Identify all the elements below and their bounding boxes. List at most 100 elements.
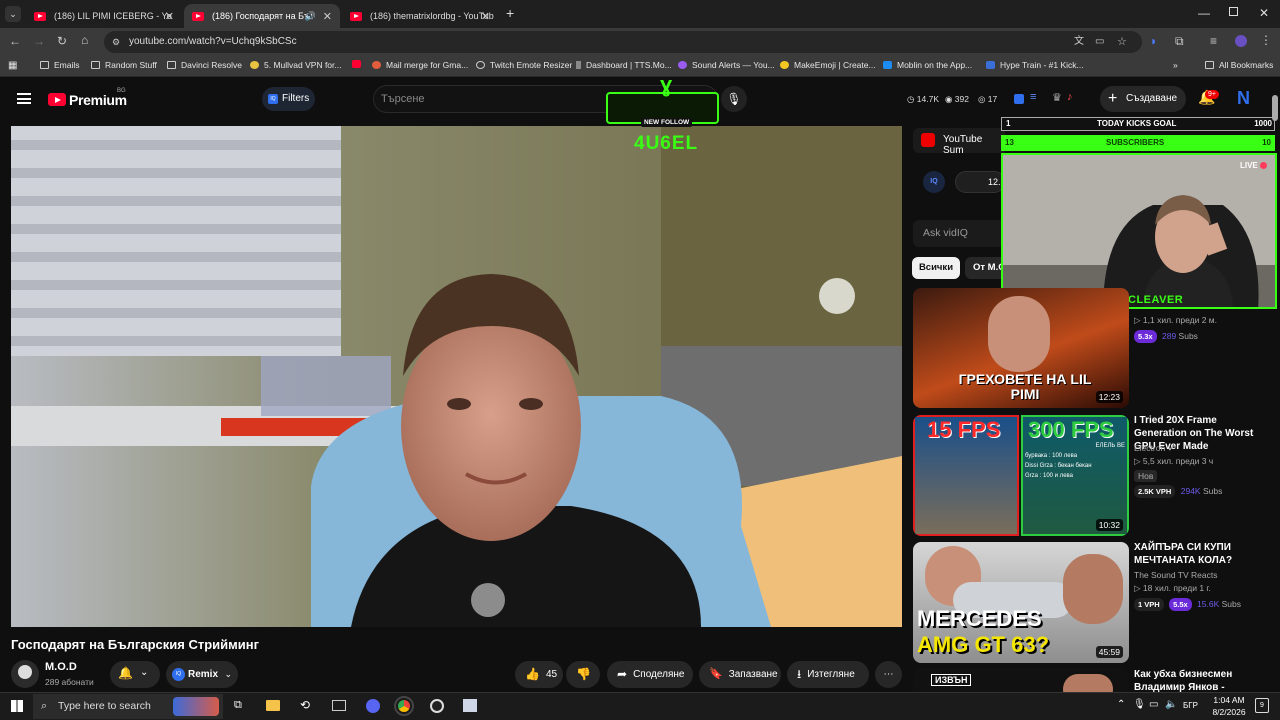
bookmark-hype-train[interactable]: Hype Train - #1 Kick... <box>986 60 1084 70</box>
ask-vidiq-input[interactable]: Ask vidIQ <box>913 220 1005 247</box>
volume-tray-icon[interactable]: 🔈 <box>1165 699 1177 710</box>
channel-name[interactable]: The Sound TV Reacts <box>1134 570 1217 580</box>
tab-close-icon[interactable]: ✕ <box>165 10 174 23</box>
clock-time[interactable]: 1:04 AM <box>1209 695 1249 705</box>
channel-avatar[interactable] <box>11 660 39 688</box>
share-button[interactable]: ➦ Споделяне <box>607 661 693 688</box>
browser-tab-2[interactable]: (186) Господарят на Българ 🔊 ✕ <box>184 4 340 28</box>
channel-name[interactable]: M.O.D <box>45 661 77 673</box>
menu-icon[interactable] <box>17 93 31 104</box>
bookmark-star-icon[interactable]: ☆ <box>1117 31 1127 53</box>
address-bar[interactable]: ⚙ youtube.com/watch?v=Uchq9kSbCSc 文 ▭ ☆ <box>104 31 1142 53</box>
brand-premium[interactable]: Premium <box>69 92 127 108</box>
new-tab-button[interactable]: + <box>506 5 514 21</box>
youtube-logo-icon[interactable] <box>48 93 66 106</box>
tab-search-button[interactable]: ⌄ <box>5 6 21 22</box>
media-control-icon[interactable]: ≡ <box>1210 34 1217 48</box>
more-actions-button[interactable]: ⋯ <box>875 661 902 688</box>
site-info-icon[interactable]: ⚙ <box>112 31 120 53</box>
reload-icon[interactable]: ↻ <box>57 34 67 48</box>
kick-figure-icon: ɣ <box>660 72 673 97</box>
discord-icon[interactable] <box>366 699 380 713</box>
create-button[interactable]: + Създаване <box>1100 86 1186 112</box>
bookmark-davinci[interactable]: Davinci Resolve <box>167 60 242 70</box>
restore-button[interactable] <box>1229 7 1238 16</box>
bookmark-makeemoji[interactable]: MakeEmoji | Create... <box>780 60 876 70</box>
tab-close-icon[interactable]: ✕ <box>323 10 332 23</box>
bookmark-mullvad[interactable]: 5. Mullvad VPN for... <box>250 60 341 70</box>
home-icon[interactable]: ⌂ <box>81 33 88 47</box>
trophy-icon[interactable]: ♛ <box>1052 91 1062 104</box>
vidiq-badges: 5.3x 289 Subs <box>1134 330 1198 343</box>
back-icon[interactable]: ← <box>9 34 21 48</box>
bookmark-random-stuff[interactable]: Random Stuff <box>91 60 157 70</box>
youtube-summary-panel[interactable]: YouTube Sum <box>913 128 1005 156</box>
minimize-button[interactable]: — <box>1198 6 1210 20</box>
taskbar-search-input[interactable]: ⌕ Type here to search <box>33 694 223 719</box>
download-button[interactable]: ⭳ Изтегляне <box>787 661 869 688</box>
clock-date[interactable]: 8/2/2026 <box>1207 707 1251 717</box>
browser-menu-icon[interactable]: ⋮ <box>1260 33 1272 47</box>
app-icon-2[interactable] <box>332 700 346 711</box>
page-scrollbar[interactable] <box>1272 95 1278 685</box>
recommended-video-3-thumbnail[interactable]: MERCEDES AMG GT 63? 45:59 <box>913 542 1129 663</box>
translate-icon[interactable]: 文 <box>1074 31 1084 53</box>
profile-avatar-icon[interactable] <box>1235 35 1247 47</box>
recommended-video-2-thumbnail[interactable]: 15 FPS 300 FPS ЕЛЕЛЬ ВЕ бурвака : 100 ле… <box>913 415 1129 536</box>
obs-icon[interactable] <box>430 699 444 713</box>
apps-grid-icon[interactable]: ▦ <box>8 60 17 71</box>
subs-goal-start: 13 <box>1005 138 1014 147</box>
chip-all[interactable]: Всички <box>912 257 960 279</box>
bookmarks-overflow-icon[interactable]: » <box>1173 60 1178 70</box>
save-button[interactable]: 🔖 Запазване <box>699 661 781 688</box>
extensions-puzzle-icon[interactable]: ⧉ <box>1175 34 1184 49</box>
vidiq-filters-button[interactable]: IQ Filters <box>262 87 315 111</box>
folder-icon <box>91 61 100 69</box>
recommended-video-1-thumbnail[interactable]: ГРЕХОВЕТЕ НА LIL PIMI 12:23 <box>913 288 1129 408</box>
network-tray-icon[interactable]: ▭ <box>1149 699 1158 710</box>
like-button[interactable]: 👍 45 <box>515 661 563 688</box>
file-explorer-icon[interactable] <box>266 700 280 711</box>
forward-icon[interactable]: → <box>33 34 45 48</box>
video-player[interactable] <box>11 126 902 627</box>
windows-start-icon[interactable] <box>11 700 23 712</box>
remix-button[interactable]: IQ Remix ⌄ <box>166 661 238 688</box>
vidiq-toolbar-icon[interactable] <box>1014 94 1024 104</box>
bookmark-tts[interactable]: Dashboard | TTS.Mo... <box>576 60 672 70</box>
alert-icon[interactable]: ♪ <box>1067 91 1073 103</box>
app-icon-3[interactable] <box>463 699 477 712</box>
language-indicator[interactable]: БГР <box>1183 701 1198 710</box>
video-title[interactable]: Как убха бизнесмен Владимир Янков - Зага… <box>1134 668 1264 692</box>
bookmark-mail-merge[interactable]: Mail merge for Gma... <box>372 60 468 70</box>
install-app-icon[interactable]: ▭ <box>1095 31 1104 53</box>
audio-playing-icon[interactable]: 🔊 <box>305 11 316 22</box>
scrollbar-thumb[interactable] <box>1272 95 1278 121</box>
chip-from-channel[interactable]: От M.C <box>965 257 1005 279</box>
bookmark-emails[interactable]: Emails <box>40 60 80 70</box>
chrome-icon[interactable] <box>394 696 414 716</box>
browser-tab-3[interactable]: (186) thematrixlordbg - YouTub ✕ <box>342 4 498 28</box>
vidiq-round-icon[interactable]: IQ <box>923 171 945 193</box>
all-bookmarks[interactable]: All Bookmarks <box>1205 60 1273 70</box>
video-title[interactable]: ХАЙПЪРА СИ КУПИ МЕЧТАНАТА КОЛА? <box>1134 541 1264 567</box>
tab-close-icon[interactable]: ✕ <box>481 10 490 23</box>
browser-tab-1[interactable]: (186) LIL PIMI ICEBERG - Yo ✕ <box>26 4 182 28</box>
bookmark-youtube[interactable] <box>352 60 366 68</box>
task-view-icon[interactable]: ⧉ <box>234 699 242 712</box>
recommended-video-4-thumbnail[interactable]: ИЗВЪН <box>913 668 1129 692</box>
mic-tray-icon[interactable]: 🎙 <box>1133 699 1146 710</box>
account-avatar[interactable]: N <box>1237 88 1250 109</box>
subscribed-bell-button[interactable]: 🔔 ⌄ <box>110 661 160 688</box>
bookmark-twitch-emote[interactable]: Twitch Emote Resizer <box>476 60 572 70</box>
app-icon-1[interactable]: ⟲ <box>300 698 310 712</box>
dislike-button[interactable]: 👎 <box>566 661 600 688</box>
list-icon[interactable]: ≡ <box>1030 91 1036 103</box>
bookmark-sound-alerts[interactable]: Sound Alerts — You... <box>678 60 775 70</box>
channel-name[interactable]: Electron ✔ <box>1134 443 1175 454</box>
tray-overflow-icon[interactable]: ⌃ <box>1117 699 1125 710</box>
voice-search-icon[interactable]: 🎙 <box>721 86 747 112</box>
notification-center-icon[interactable]: 9 <box>1255 698 1269 713</box>
close-window-button[interactable]: ✕ <box>1259 6 1269 20</box>
extension-icon[interactable]: ◗ <box>1150 34 1157 48</box>
bookmark-moblin[interactable]: Moblin on the App... <box>883 60 972 70</box>
